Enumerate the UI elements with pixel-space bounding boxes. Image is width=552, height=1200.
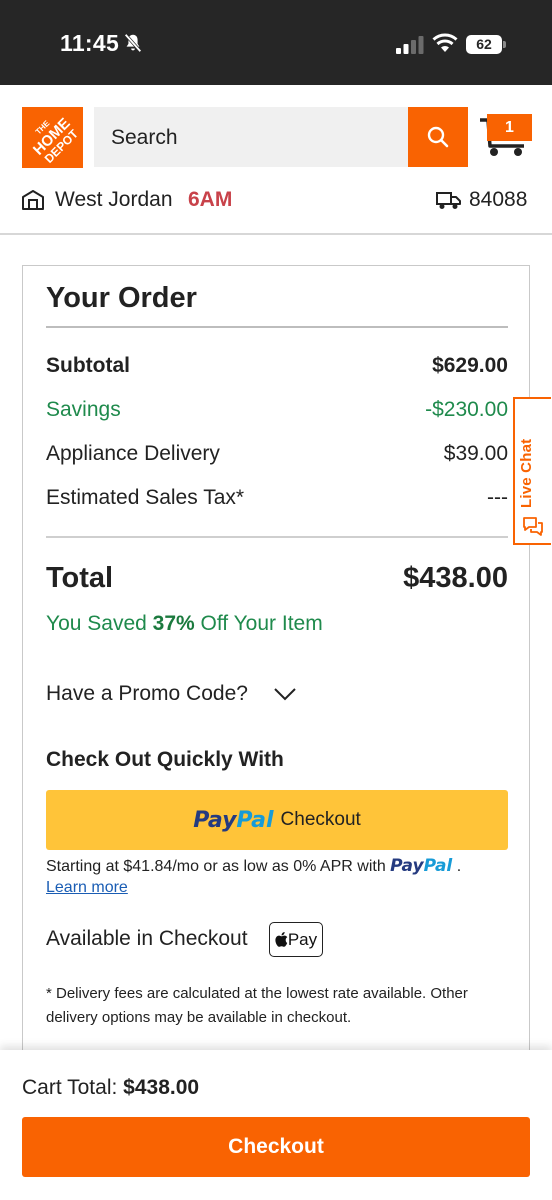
learn-more-link[interactable]: Learn more bbox=[46, 879, 128, 897]
divider bbox=[46, 326, 508, 328]
apple-pay-badge: Pay bbox=[269, 922, 323, 957]
delivery-label: Appliance Delivery bbox=[46, 442, 220, 465]
saved-suffix: Off Your Item bbox=[194, 612, 323, 635]
live-chat-tab[interactable]: Live Chat bbox=[513, 397, 551, 545]
paypal-logo: PayPal bbox=[390, 856, 453, 876]
saved-percent: 37% bbox=[152, 612, 195, 635]
paypal-logo: PayPal bbox=[193, 807, 274, 833]
apple-pay-label: Pay bbox=[287, 929, 318, 949]
status-time: 11:45 bbox=[60, 30, 120, 56]
total-label: Total bbox=[46, 562, 114, 594]
divider bbox=[46, 536, 508, 538]
search-button[interactable] bbox=[408, 107, 468, 167]
delivery-fee-note: * Delivery fees are calculated at the lo… bbox=[46, 985, 468, 1026]
savings-label: Savings bbox=[46, 398, 121, 421]
delivery-truck-icon bbox=[436, 192, 461, 209]
paypal-checkout-label: Checkout bbox=[280, 809, 361, 830]
total-value: $438.00 bbox=[403, 562, 508, 594]
subtotal-label: Subtotal bbox=[46, 354, 130, 377]
store-name[interactable]: West Jordan bbox=[55, 188, 173, 212]
header-divider bbox=[0, 233, 552, 235]
tax-value: --- bbox=[487, 486, 508, 509]
cart-total: Cart Total: $438.00 bbox=[22, 1076, 199, 1100]
quick-checkout-title: Check Out Quickly With bbox=[46, 748, 284, 771]
checkout-footer: Cart Total: $438.00 Checkout bbox=[0, 1050, 552, 1200]
store-hours: 6AM bbox=[188, 188, 233, 211]
subtotal-value: $629.00 bbox=[432, 354, 508, 377]
saved-prefix: You Saved bbox=[46, 612, 153, 635]
tax-label: Estimated Sales Tax* bbox=[46, 486, 245, 509]
store-row[interactable]: West Jordan 6AM 84088 bbox=[0, 186, 552, 218]
store-icon bbox=[22, 190, 44, 210]
bell-muted-icon bbox=[124, 33, 142, 53]
search-input[interactable]: Search bbox=[94, 107, 408, 167]
cart-count-badge[interactable]: 1 bbox=[487, 114, 532, 141]
live-chat-label: Live Chat bbox=[518, 438, 535, 508]
home-depot-logo[interactable]: THE HOME DEPOT bbox=[22, 107, 83, 168]
paypal-checkout-button[interactable]: PayPal Checkout bbox=[46, 790, 508, 850]
cart-total-value: $438.00 bbox=[123, 1076, 200, 1099]
cart-total-label: Cart Total: bbox=[22, 1076, 124, 1099]
battery-icon: 62 bbox=[466, 35, 506, 54]
apple-icon bbox=[275, 932, 288, 947]
delivery-zip[interactable]: 84088 bbox=[469, 188, 527, 212]
wifi-icon bbox=[432, 33, 458, 52]
status-bar: 11:45 62 bbox=[0, 0, 552, 85]
signal-icon bbox=[396, 36, 424, 54]
available-in-checkout-text: Available in Checkout bbox=[46, 927, 248, 950]
chat-bubbles-icon bbox=[523, 517, 543, 536]
search-icon bbox=[427, 126, 449, 148]
order-summary-card: Your Order Subtotal $629.00 Savings -$23… bbox=[22, 265, 530, 1095]
checkout-button[interactable]: Checkout bbox=[22, 1117, 530, 1177]
order-title: Your Order bbox=[46, 282, 197, 314]
promo-code-toggle[interactable]: Have a Promo Code? bbox=[46, 682, 248, 706]
chevron-down-icon[interactable] bbox=[273, 685, 297, 703]
delivery-value: $39.00 bbox=[443, 442, 508, 465]
savings-value: -$230.00 bbox=[425, 398, 508, 421]
savings-message: You Saved 37% Off Your Item bbox=[46, 612, 323, 636]
logo-mark: THE HOME DEPOT bbox=[30, 115, 82, 166]
search-placeholder: Search bbox=[111, 126, 178, 149]
paypal-financing-text: Starting at $41.84/mo or as low as 0% AP… bbox=[46, 856, 462, 876]
